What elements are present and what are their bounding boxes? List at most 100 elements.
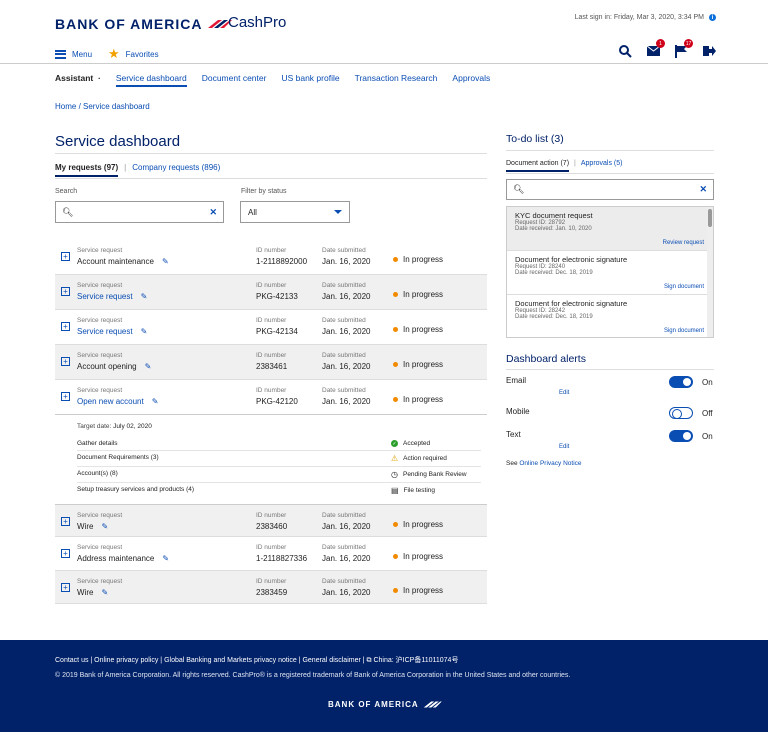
tab-approvals[interactable]: Approvals (5)	[581, 160, 623, 167]
request-date: Jan. 16, 2020	[322, 257, 371, 266]
primary-nav: Assistant · Service dashboard Document c…	[55, 73, 490, 87]
mobile-toggle[interactable]	[669, 407, 693, 419]
table-row[interactable]: + Service request Account maintenance ✎ ID…	[55, 240, 487, 275]
request-name: Wire ✎	[77, 588, 109, 597]
todo-list: KYC document request Request ID: 28792 Da…	[506, 206, 714, 338]
mail-badge: 1	[656, 39, 665, 48]
sign-document-link[interactable]: Sign document	[664, 284, 704, 290]
table-row[interactable]: + Service request Service request ✎ ID num…	[55, 275, 487, 310]
china-icp-link[interactable]: China: 沪ICP备11011074号	[373, 657, 458, 664]
info-icon[interactable]: i	[709, 14, 716, 21]
edit-pencil-icon[interactable]: ✎	[162, 257, 169, 266]
privacy-notice-link[interactable]: Online Privacy Notice	[519, 460, 581, 467]
todo-search-input[interactable]: 🔍︎ ✕	[506, 179, 714, 200]
status-filter-value: All	[248, 207, 257, 217]
nav-service-dashboard[interactable]: Service dashboard	[115, 73, 187, 87]
scrollbar-thumb[interactable]	[708, 209, 712, 227]
table-row[interactable]: + Service request Address maintenance ✎ ID…	[55, 537, 487, 571]
review-request-link[interactable]: Review request	[663, 240, 704, 246]
requests-table: + Service request Account maintenance ✎ ID…	[55, 240, 487, 604]
expand-icon[interactable]: +	[61, 583, 70, 592]
todo-item[interactable]: Document for electronic signature Reques…	[507, 251, 713, 295]
flag-logo-icon	[423, 701, 442, 708]
status-dot-icon	[393, 327, 398, 332]
todo-tabs-divider	[506, 173, 714, 174]
app-header: BANK OF AMERICA CashPro Last sign in: Fr…	[0, 0, 768, 64]
expand-icon[interactable]: +	[61, 392, 70, 401]
breadcrumb[interactable]: Home / Service dashboard	[55, 102, 150, 111]
table-row[interactable]: + Service request Wire ✎ ID number 2383460 …	[55, 505, 487, 537]
text-toggle[interactable]	[669, 430, 693, 442]
nav-document-center[interactable]: Document center	[202, 73, 267, 83]
request-name: Address maintenance ✎	[77, 554, 170, 563]
menu-button[interactable]: Menu	[72, 50, 92, 59]
edit-text-link[interactable]: Edit	[559, 444, 569, 450]
edit-pencil-icon[interactable]: ✎	[101, 522, 108, 531]
footer-links[interactable]: Contact us | Online privacy policy | Glo…	[55, 655, 458, 665]
target-date: Target date: July 02, 2020	[77, 423, 152, 430]
search-icon[interactable]	[618, 44, 632, 58]
table-row[interactable]: + Service request Wire ✎ ID number 2383459 …	[55, 571, 487, 604]
edit-email-link[interactable]: Edit	[559, 390, 569, 396]
request-name[interactable]: Service request ✎	[77, 292, 147, 301]
table-row[interactable]: + Service request Account opening ✎ ID num…	[55, 345, 487, 380]
nav-us-bank-profile[interactable]: US bank profile	[281, 73, 339, 83]
expand-icon[interactable]: +	[61, 357, 70, 366]
table-row[interactable]: + Service request Open new account ✎ ID nu…	[55, 380, 487, 415]
status-dot-icon	[393, 257, 398, 262]
expand-icon[interactable]: +	[61, 322, 70, 331]
request-date: Jan. 16, 2020	[322, 554, 371, 563]
request-id: 2383461	[256, 362, 288, 371]
nav-approvals[interactable]: Approvals	[452, 73, 490, 83]
clear-icon[interactable]: ✕	[209, 207, 217, 218]
sign-document-link[interactable]: Sign document	[664, 328, 704, 334]
request-id: PKG-42134	[256, 327, 298, 336]
status-filter-select[interactable]: All	[240, 201, 350, 223]
expand-icon[interactable]: +	[61, 287, 70, 296]
request-name[interactable]: Service request ✎	[77, 327, 147, 336]
alert-label: Email	[506, 376, 527, 385]
request-name[interactable]: Open new account ✎	[77, 397, 158, 406]
expand-icon[interactable]: +	[61, 517, 70, 526]
todo-item[interactable]: Document for electronic signature Reques…	[507, 295, 713, 337]
star-icon[interactable]: ★	[108, 46, 120, 62]
edit-pencil-icon[interactable]: ✎	[141, 327, 148, 336]
tab-document-action[interactable]: Document action (7)	[506, 160, 570, 172]
bank-name: BANK OF AMERICA	[55, 16, 203, 32]
edit-pencil-icon[interactable]: ✎	[101, 588, 108, 597]
nav-assistant[interactable]: Assistant ·	[55, 73, 101, 83]
expand-icon[interactable]: +	[61, 252, 70, 261]
flag-icon[interactable]: 17	[674, 39, 693, 58]
edit-pencil-icon[interactable]: ✎	[141, 292, 148, 301]
edit-pencil-icon[interactable]: ✎	[152, 397, 159, 406]
status-dot-icon	[393, 292, 398, 297]
product-name: CashPro	[228, 14, 287, 31]
tab-company-requests[interactable]: Company requests (896)	[132, 163, 220, 172]
mail-icon[interactable]: 1	[646, 39, 665, 58]
nav-transaction-research[interactable]: Transaction Research	[355, 73, 438, 83]
request-date: Jan. 16, 2020	[322, 327, 371, 336]
logout-icon[interactable]	[702, 44, 716, 58]
search-input[interactable]: 🔍︎ ✕	[55, 201, 224, 223]
todo-item[interactable]: KYC document request Request ID: 28792 Da…	[507, 207, 713, 251]
status-dot-icon	[393, 397, 398, 402]
clear-icon[interactable]: ✕	[699, 184, 707, 195]
expand-icon[interactable]: +	[61, 549, 70, 558]
title-divider	[55, 153, 487, 154]
last-signin: Last sign in: Friday, Mar 3, 2020, 3:34 …	[575, 14, 716, 21]
edit-pencil-icon[interactable]: ✎	[145, 362, 152, 371]
menu-icon[interactable]	[55, 49, 66, 59]
request-date: Jan. 16, 2020	[322, 292, 371, 301]
table-row[interactable]: + Service request Service request ✎ ID num…	[55, 310, 487, 345]
request-detail-panel: Target date: July 02, 2020 Gather detail…	[55, 415, 487, 505]
tab-my-requests[interactable]: My requests (97)	[55, 163, 119, 177]
favorites-button[interactable]: Favorites	[126, 50, 159, 59]
email-toggle[interactable]	[669, 376, 693, 388]
filter-label: Filter by status	[241, 188, 287, 195]
status-badge: In progress	[393, 520, 443, 529]
edit-pencil-icon[interactable]: ✎	[162, 554, 169, 563]
scrollbar[interactable]	[707, 207, 713, 337]
document-icon: ▤	[391, 486, 399, 495]
bank-logo[interactable]: BANK OF AMERICA	[55, 16, 233, 32]
alert-text: Text On Edit	[506, 430, 713, 450]
